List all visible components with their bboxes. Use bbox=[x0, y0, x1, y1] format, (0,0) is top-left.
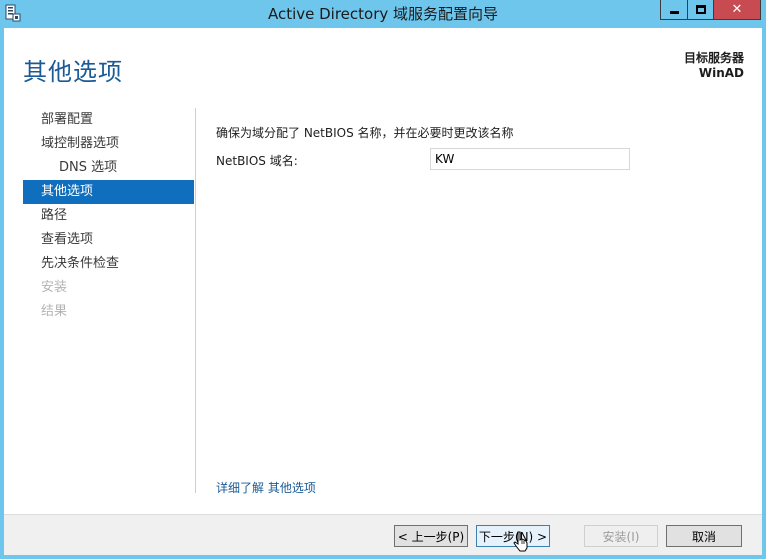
wizard-footer: < 上一步(P) 下一步(N) > 安装(I) 取消 bbox=[4, 514, 762, 555]
minimize-icon bbox=[669, 11, 679, 14]
previous-button[interactable]: < 上一步(P) bbox=[394, 525, 468, 547]
close-icon: ✕ bbox=[731, 2, 743, 17]
nav-item-results: 结果 bbox=[41, 304, 68, 319]
nav-item-review-options[interactable]: 查看选项 bbox=[23, 228, 194, 252]
nav-item-dc-options[interactable]: 域控制器选项 bbox=[23, 132, 194, 156]
nav-item-prerequisites-check[interactable]: 先决条件检查 bbox=[23, 252, 194, 276]
netbios-description: 确保为域分配了 NetBIOS 名称，并在必要时更改该名称 bbox=[216, 126, 514, 140]
nav-item-dns-options[interactable]: DNS 选项 bbox=[23, 156, 194, 180]
minimize-button[interactable] bbox=[660, 0, 687, 20]
nav-item-installation: 安装 bbox=[41, 280, 68, 295]
target-server-label: 目标服务器 bbox=[683, 51, 744, 65]
close-button[interactable]: ✕ bbox=[714, 0, 761, 20]
install-button: 安装(I) bbox=[584, 525, 658, 547]
nav-divider bbox=[195, 108, 196, 493]
target-server-name: WinAD bbox=[698, 66, 744, 80]
title-bar[interactable]: Active Directory 域服务配置向导 ✕ bbox=[0, 0, 766, 28]
nav-item-paths[interactable]: 路径 bbox=[23, 204, 194, 228]
page-title: 其他选项 bbox=[23, 58, 123, 86]
mouse-cursor-icon bbox=[513, 531, 528, 552]
cancel-button[interactable]: 取消 bbox=[666, 525, 742, 547]
nav-item-deployment-config[interactable]: 部署配置 bbox=[23, 108, 194, 132]
window-title: Active Directory 域服务配置向导 bbox=[267, 5, 499, 23]
target-server-info: 目标服务器 WinAD bbox=[684, 51, 744, 81]
maximize-icon bbox=[695, 5, 706, 14]
maximize-button[interactable] bbox=[687, 0, 714, 20]
netbios-domain-input[interactable] bbox=[430, 148, 630, 170]
nav-item-additional-options[interactable]: 其他选项 bbox=[23, 180, 194, 204]
wizard-nav: 部署配置 域控制器选项 DNS 选项 其他选项 路径 查看选项 先决条件检查 安… bbox=[23, 108, 194, 324]
wizard-client-area: 其他选项 目标服务器 WinAD 部署配置 域控制器选项 DNS 选项 其他选项… bbox=[4, 28, 762, 555]
wizard-window: Active Directory 域服务配置向导 ✕ 其他选项 目标服务器 Wi… bbox=[0, 0, 766, 559]
learn-more-link[interactable]: 详细了解 其他选项 bbox=[216, 479, 316, 496]
window-controls: ✕ bbox=[660, 0, 766, 20]
netbios-domain-label: NetBIOS 域名: bbox=[216, 154, 298, 168]
